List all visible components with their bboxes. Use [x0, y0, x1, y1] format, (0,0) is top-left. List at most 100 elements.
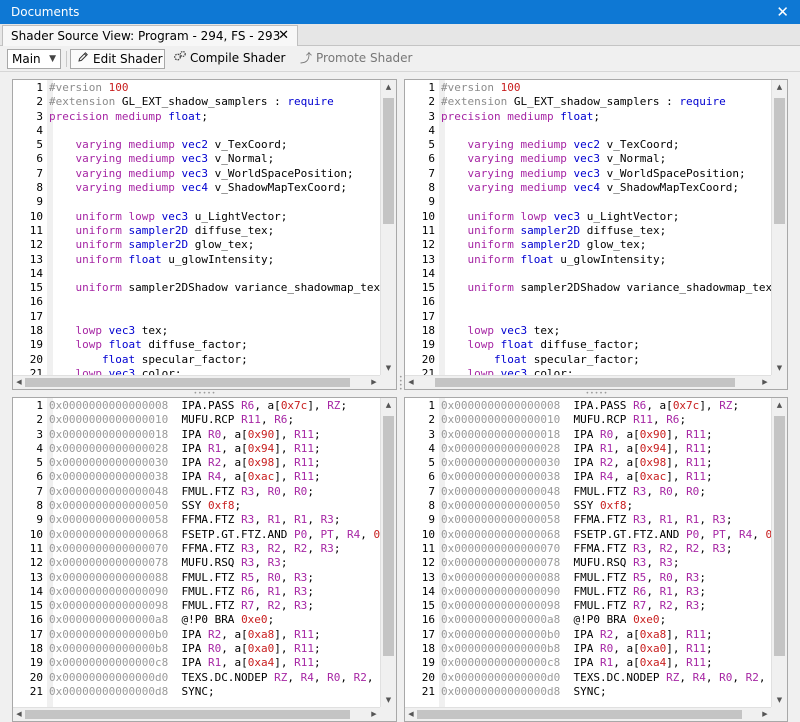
splitter-handle-vertical[interactable]: • • • •: [399, 375, 403, 396]
assembly-line[interactable]: 19 0x00000000000000c8 IPA R1, a[0xa4], R1…: [13, 656, 380, 670]
assembly-line[interactable]: 14 0x0000000000000090 FMUL.FTZ R6, R1, R3…: [13, 585, 380, 599]
source-line[interactable]: 1 #version 100: [405, 81, 771, 95]
assembly-line[interactable]: 11 0x0000000000000070 FFMA.FTZ R3, R2, R2…: [13, 542, 380, 556]
scroll-thumb-horizontal[interactable]: [417, 710, 742, 719]
assembly-line[interactable]: 18 0x00000000000000b8 IPA R0, a[0xa0], R1…: [405, 642, 771, 656]
assembly-line[interactable]: 9 0x0000000000000058 FFMA.FTZ R3, R1, R1,…: [405, 513, 771, 527]
vertical-scrollbar[interactable]: ▲ ▼: [380, 80, 396, 375]
scroll-right-icon[interactable]: ▶: [368, 376, 380, 389]
assembly-code-view[interactable]: 1 0x0000000000000008 IPA.PASS R6, a[0x7c]…: [13, 398, 380, 707]
scroll-thumb-horizontal[interactable]: [435, 378, 735, 387]
close-icon[interactable]: ✕: [776, 0, 789, 24]
assembly-line[interactable]: 16 0x00000000000000a8 @!P0 BRA 0xe0;: [13, 613, 380, 627]
promote-shader-button[interactable]: ⤴ Promote Shader: [294, 49, 414, 69]
source-line[interactable]: 19 lowp float diffuse_factor;: [13, 338, 380, 352]
source-line[interactable]: 20 float specular_factor;: [13, 353, 380, 367]
scroll-right-icon[interactable]: ▶: [368, 708, 380, 721]
scroll-down-icon[interactable]: ▼: [772, 693, 787, 707]
assembly-line[interactable]: 4 0x0000000000000028 IPA R1, a[0x94], R11…: [13, 442, 380, 456]
source-line[interactable]: 3 precision mediump float;: [405, 110, 771, 124]
assembly-line[interactable]: 5 0x0000000000000030 IPA R2, a[0x98], R11…: [13, 456, 380, 470]
assembly-line[interactable]: 15 0x0000000000000098 FMUL.FTZ R7, R2, R3…: [405, 599, 771, 613]
source-line[interactable]: 12 uniform sampler2D glow_tex;: [405, 238, 771, 252]
assembly-line[interactable]: 11 0x0000000000000070 FFMA.FTZ R3, R2, R2…: [405, 542, 771, 556]
source-line[interactable]: 4: [13, 124, 380, 138]
assembly-line[interactable]: 5 0x0000000000000030 IPA R2, a[0x98], R11…: [405, 456, 771, 470]
assembly-line[interactable]: 20 0x00000000000000d0 TEXS.DC.NODEP RZ, R…: [405, 671, 771, 685]
source-line[interactable]: 18 lowp vec3 tex;: [13, 324, 380, 338]
splitter-handle-left[interactable]: •••••: [185, 391, 225, 397]
assembly-line[interactable]: 10 0x0000000000000068 FSETP.GT.FTZ.AND P0…: [13, 528, 380, 542]
scroll-right-icon[interactable]: ▶: [759, 708, 771, 721]
source-line[interactable]: 12 uniform sampler2D glow_tex;: [13, 238, 380, 252]
assembly-line[interactable]: 13 0x0000000000000088 FMUL.FTZ R5, R0, R3…: [405, 571, 771, 585]
assembly-line[interactable]: 6 0x0000000000000038 IPA R4, a[0xac], R11…: [13, 470, 380, 484]
assembly-line[interactable]: 17 0x00000000000000b0 IPA R2, a[0xa8], R1…: [405, 628, 771, 642]
scroll-down-icon[interactable]: ▼: [381, 361, 396, 375]
source-line[interactable]: 2 #extension GL_EXT_shadow_samplers : req…: [13, 95, 380, 109]
horizontal-scrollbar[interactable]: ◀ ▶: [405, 375, 771, 389]
assembly-line[interactable]: 1 0x0000000000000008 IPA.PASS R6, a[0x7c]…: [405, 399, 771, 413]
assembly-line[interactable]: 1 0x0000000000000008 IPA.PASS R6, a[0x7c]…: [13, 399, 380, 413]
scroll-thumb-horizontal[interactable]: [25, 710, 350, 719]
source-code-view[interactable]: 1 #version 100 2 #extension GL_EXT_shadow_s…: [405, 80, 771, 375]
scroll-thumb[interactable]: [774, 98, 785, 224]
source-line[interactable]: 9: [405, 195, 771, 209]
horizontal-scrollbar[interactable]: ◀ ▶: [13, 707, 380, 721]
source-line[interactable]: 19 lowp float diffuse_factor;: [405, 338, 771, 352]
scroll-left-icon[interactable]: ◀: [13, 708, 25, 721]
scroll-thumb-horizontal[interactable]: [25, 378, 350, 387]
scroll-down-icon[interactable]: ▼: [381, 693, 396, 707]
assembly-line[interactable]: 19 0x00000000000000c8 IPA R1, a[0xa4], R1…: [405, 656, 771, 670]
source-line[interactable]: 10 uniform lowp vec3 u_LightVector;: [13, 210, 380, 224]
vertical-scrollbar[interactable]: ▲ ▼: [771, 80, 787, 375]
tab-shader-source-view[interactable]: Shader Source View: Program - 294, FS - …: [2, 25, 298, 46]
source-line[interactable]: 16: [13, 295, 380, 309]
edit-shader-button[interactable]: Edit Shader: [70, 49, 165, 69]
assembly-line[interactable]: 16 0x00000000000000a8 @!P0 BRA 0xe0;: [405, 613, 771, 627]
assembly-pane-left[interactable]: 1 0x0000000000000008 IPA.PASS R6, a[0x7c]…: [12, 397, 397, 722]
compile-shader-button[interactable]: Compile Shader: [168, 49, 288, 69]
source-line[interactable]: 4: [405, 124, 771, 138]
splitter-handle-right[interactable]: •••••: [577, 391, 617, 397]
source-line[interactable]: 5 varying mediump vec2 v_TexCoord;: [405, 138, 771, 152]
horizontal-scrollbar[interactable]: ◀ ▶: [13, 375, 380, 389]
assembly-line[interactable]: 18 0x00000000000000b8 IPA R0, a[0xa0], R1…: [13, 642, 380, 656]
assembly-line[interactable]: 4 0x0000000000000028 IPA R1, a[0x94], R11…: [405, 442, 771, 456]
scroll-up-icon[interactable]: ▲: [772, 80, 787, 94]
scroll-thumb[interactable]: [383, 98, 394, 224]
source-line[interactable]: 17: [405, 310, 771, 324]
scroll-thumb[interactable]: [774, 416, 785, 656]
scroll-left-icon[interactable]: ◀: [405, 708, 417, 721]
source-pane-right[interactable]: 1 #version 100 2 #extension GL_EXT_shadow_s…: [404, 79, 788, 390]
assembly-line[interactable]: 14 0x0000000000000090 FMUL.FTZ R6, R1, R3…: [405, 585, 771, 599]
assembly-line[interactable]: 3 0x0000000000000018 IPA R0, a[0x90], R11…: [405, 428, 771, 442]
assembly-line[interactable]: 13 0x0000000000000088 FMUL.FTZ R5, R0, R3…: [13, 571, 380, 585]
scroll-up-icon[interactable]: ▲: [772, 398, 787, 412]
assembly-line[interactable]: 7 0x0000000000000048 FMUL.FTZ R3, R0, R0;: [405, 485, 771, 499]
scroll-right-icon[interactable]: ▶: [759, 376, 771, 389]
source-line[interactable]: 3 precision mediump float;: [13, 110, 380, 124]
source-line[interactable]: 10 uniform lowp vec3 u_LightVector;: [405, 210, 771, 224]
assembly-line[interactable]: 21 0x00000000000000d8 SYNC;: [13, 685, 380, 699]
assembly-line[interactable]: 12 0x0000000000000078 MUFU.RSQ R3, R3;: [13, 556, 380, 570]
source-line[interactable]: 17: [13, 310, 380, 324]
source-line[interactable]: 6 varying mediump vec3 v_Normal;: [13, 152, 380, 166]
source-line[interactable]: 2 #extension GL_EXT_shadow_samplers : req…: [405, 95, 771, 109]
source-line[interactable]: 14: [405, 267, 771, 281]
vertical-scrollbar[interactable]: ▲ ▼: [380, 398, 396, 707]
tab-close-icon[interactable]: ✕: [278, 26, 289, 46]
assembly-line[interactable]: 12 0x0000000000000078 MUFU.RSQ R3, R3;: [405, 556, 771, 570]
assembly-pane-right[interactable]: 1 0x0000000000000008 IPA.PASS R6, a[0x7c]…: [404, 397, 788, 722]
source-line[interactable]: 8 varying mediump vec4 v_ShadowMapTexCoo…: [405, 181, 771, 195]
source-code-view[interactable]: 1 #version 100 2 #extension GL_EXT_shadow_s…: [13, 80, 380, 375]
assembly-line[interactable]: 10 0x0000000000000068 FSETP.GT.FTZ.AND P0…: [405, 528, 771, 542]
vertical-scrollbar[interactable]: ▲ ▼: [771, 398, 787, 707]
assembly-line[interactable]: 3 0x0000000000000018 IPA R0, a[0x90], R11…: [13, 428, 380, 442]
source-line[interactable]: 13 uniform float u_glowIntensity;: [405, 253, 771, 267]
source-line[interactable]: 21 lowp vec3 color;: [405, 367, 771, 375]
scroll-up-icon[interactable]: ▲: [381, 398, 396, 412]
assembly-line[interactable]: 6 0x0000000000000038 IPA R4, a[0xac], R11…: [405, 470, 771, 484]
assembly-line[interactable]: 17 0x00000000000000b0 IPA R2, a[0xa8], R1…: [13, 628, 380, 642]
source-line[interactable]: 13 uniform float u_glowIntensity;: [13, 253, 380, 267]
